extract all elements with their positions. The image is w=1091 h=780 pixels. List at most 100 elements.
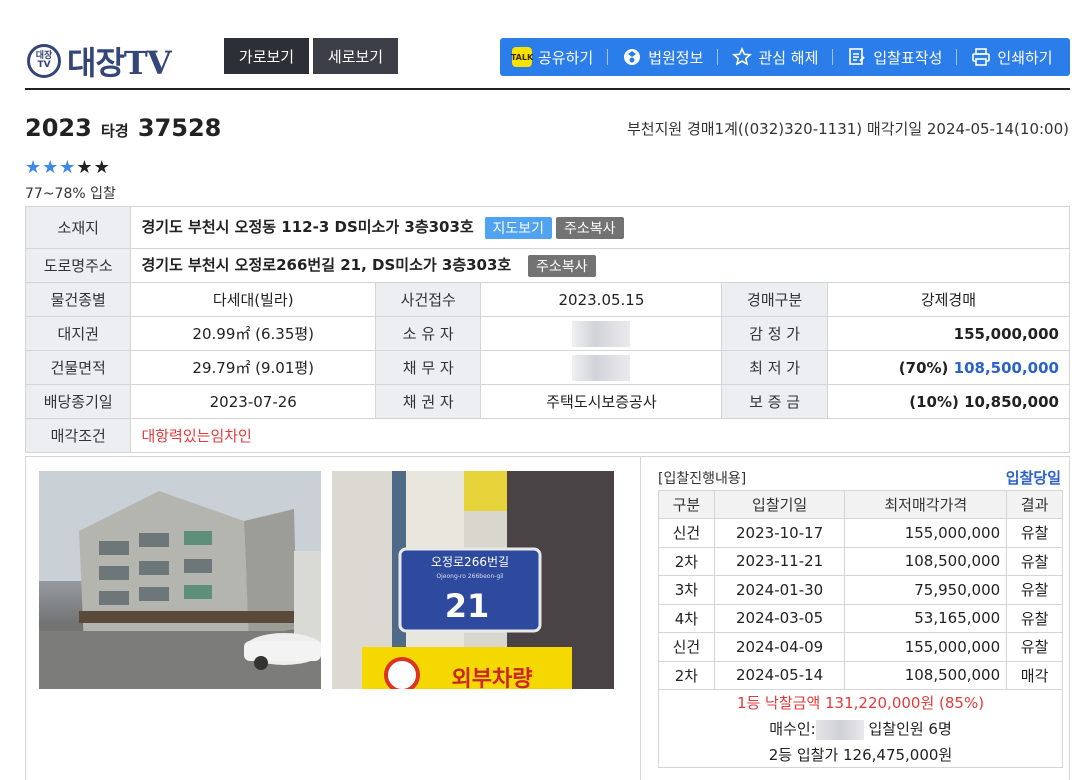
creditor: 주택도시보증공사: [480, 384, 723, 419]
creditor-label: 채 권 자: [375, 384, 482, 419]
sign-english: Ojeong-ro 266beon-gil: [436, 573, 504, 580]
location-label: 소재지: [24, 206, 132, 249]
property-type-label: 물건종별: [24, 282, 132, 317]
printer-icon: [971, 47, 991, 67]
logo[interactable]: 대장 TV 대장TV: [27, 38, 172, 84]
print-label: 인쇄하기: [997, 48, 1053, 67]
debtor-label: 채 무 자: [375, 350, 482, 385]
bid-form-label: 입찰표작성: [873, 48, 943, 67]
print-button[interactable]: 인쇄하기: [971, 47, 1053, 68]
building-photo[interactable]: [39, 471, 321, 689]
sign-number: 21: [445, 587, 490, 625]
bid-result: 유찰: [1006, 546, 1063, 576]
star-filled-icon: ★: [42, 157, 60, 178]
toolbar: TALK 공유하기 법원정보 관심 해제 입찰표작성 인쇄하기: [500, 38, 1070, 76]
masked-buyer: [815, 719, 864, 740]
sign-banner: 외부차량: [452, 667, 533, 689]
rating-stars: ★★★★★: [25, 157, 111, 178]
bid-result: 유찰: [1006, 575, 1063, 605]
bid-round: 신건: [658, 518, 715, 548]
bid-form-button[interactable]: 입찰표작성: [847, 47, 942, 68]
bid-price: 155,000,000: [844, 632, 1008, 662]
copy-address-button[interactable]: 주소복사: [556, 216, 624, 239]
bid-price: 108,500,000: [844, 660, 1008, 690]
bid-round: 2차: [658, 660, 715, 690]
col-min-price: 최저매각가격: [844, 490, 1008, 519]
appraisal-price: 155,000,000: [826, 316, 1071, 351]
toolbar-divider: [832, 49, 834, 65]
court-info-line: 부천지원 경매1계((032)320-1131) 매각기일 2024-05-14…: [626, 120, 1069, 138]
unwatch-label: 관심 해제: [758, 48, 819, 67]
case-number: 2023 타경 37528: [25, 114, 221, 142]
case-receipt: 2023.05.15: [480, 282, 723, 317]
bid-result: 유찰: [1006, 603, 1063, 633]
copy-road-address-button[interactable]: 주소복사: [528, 254, 596, 277]
map-view-button[interactable]: 지도보기: [484, 216, 553, 239]
horizontal-view-button[interactable]: 가로보기: [224, 38, 309, 74]
deposit-label: 보 증 금: [721, 384, 828, 419]
winning-bid: 1등 낙찰금액 131,220,000원 (85%): [736, 694, 985, 712]
bidder-count: 입찰인원 6명: [868, 720, 952, 738]
bid-round: 3차: [658, 575, 715, 605]
star-filled-icon: ★: [59, 157, 77, 178]
header: 대장 TV 대장TV 가로보기 세로보기 TALK 공유하기 법원정보 관심 해제: [25, 36, 1070, 90]
case-year: 2023: [25, 114, 92, 142]
property-type: 다세대(빌라): [130, 282, 377, 317]
lower-section: 오정로266번길 Ojeong-ro 266beon-gil 21 외부차량 […: [25, 456, 1070, 780]
share-button[interactable]: TALK 공유하기: [511, 47, 594, 68]
bid-result: 유찰: [1006, 632, 1063, 662]
logo-text: 대장TV: [67, 44, 172, 82]
buyer-label: 매수인:: [769, 720, 816, 738]
bid-round: 4차: [658, 603, 715, 633]
court-info-button[interactable]: 법원정보: [622, 47, 703, 68]
buyer-line: 매수인: 입찰인원 6명: [659, 716, 1062, 742]
debtor-masked: [480, 350, 723, 385]
bid-date: 2024-03-05: [713, 603, 846, 633]
property-info-table: 소재지 경기도 부천시 오정동 112-3 DS미소가 3층303호 지도보기 주…: [24, 206, 1071, 453]
address-sign-photo[interactable]: 오정로266번길 Ojeong-ro 266beon-gil 21 외부차량: [332, 471, 614, 689]
toolbar-divider: [956, 49, 958, 65]
case-no: 37528: [137, 114, 222, 142]
star-filled-icon: ★: [76, 157, 94, 178]
minimum-price: (70%) 108,500,000: [826, 350, 1071, 385]
bid-price: 53,165,000: [844, 603, 1008, 633]
bid-round: 2차: [658, 546, 715, 576]
document-edit-icon: [847, 47, 867, 67]
bid-day-link[interactable]: 입찰당일: [1006, 467, 1061, 488]
table-row: 신건 2023-10-17 155,000,000 유찰: [658, 518, 1063, 548]
bid-date: 2024-01-30: [713, 575, 846, 605]
col-date: 입찰기일: [713, 490, 846, 519]
dividend-deadline-label: 배당종기일: [24, 384, 132, 419]
appraisal-label: 감 정 가: [721, 316, 828, 351]
sale-result: 1등 낙찰금액 131,220,000원 (85%) 매수인: 입찰인원 6명 …: [658, 690, 1063, 768]
table-row: 4차 2024-03-05 53,165,000 유찰: [658, 603, 1063, 633]
location-address: 경기도 부천시 오정동 112-3 DS미소가 3층303호: [141, 218, 474, 237]
court-info-label: 법원정보: [648, 48, 704, 67]
bid-date: 2024-04-09: [713, 632, 846, 662]
land-right: 20.99㎡ (6.35평): [130, 316, 377, 351]
logo-mark-icon: 대장 TV: [27, 44, 61, 78]
bid-history-table: 구분 입찰기일 최저매각가격 결과 신건 2023-10-17 155,000,…: [658, 490, 1063, 690]
table-row: 3차 2024-01-30 75,950,000 유찰: [658, 575, 1063, 605]
bid-date: 2024-05-14: [713, 660, 846, 690]
col-result: 결과: [1006, 490, 1063, 519]
bid-date: 2023-10-17: [713, 518, 846, 548]
minimum-price-label: 최 저 가: [721, 350, 828, 385]
minimum-price-percent: (70%): [898, 358, 949, 377]
kakao-talk-icon: TALK: [511, 47, 533, 67]
bid-price: 155,000,000: [844, 518, 1008, 548]
share-label: 공유하기: [538, 48, 594, 67]
road-address-label: 도로명주소: [24, 248, 132, 283]
sign-korean: 오정로266번길: [431, 555, 509, 569]
vertical-view-button[interactable]: 세로보기: [313, 38, 398, 74]
court-emblem-icon: [622, 47, 642, 67]
toolbar-divider: [607, 49, 609, 65]
road-address: 경기도 부천시 오정로266번길 21, DS미소가 3층303호: [141, 256, 512, 275]
auction-kind: 강제경매: [826, 282, 1071, 317]
bid-price: 108,500,000: [844, 546, 1008, 576]
unwatch-button[interactable]: 관심 해제: [732, 47, 818, 68]
star-filled-icon: ★: [93, 157, 111, 178]
masked-value: [572, 320, 631, 347]
star-outline-icon: [732, 47, 753, 67]
vertical-divider: [640, 457, 641, 780]
